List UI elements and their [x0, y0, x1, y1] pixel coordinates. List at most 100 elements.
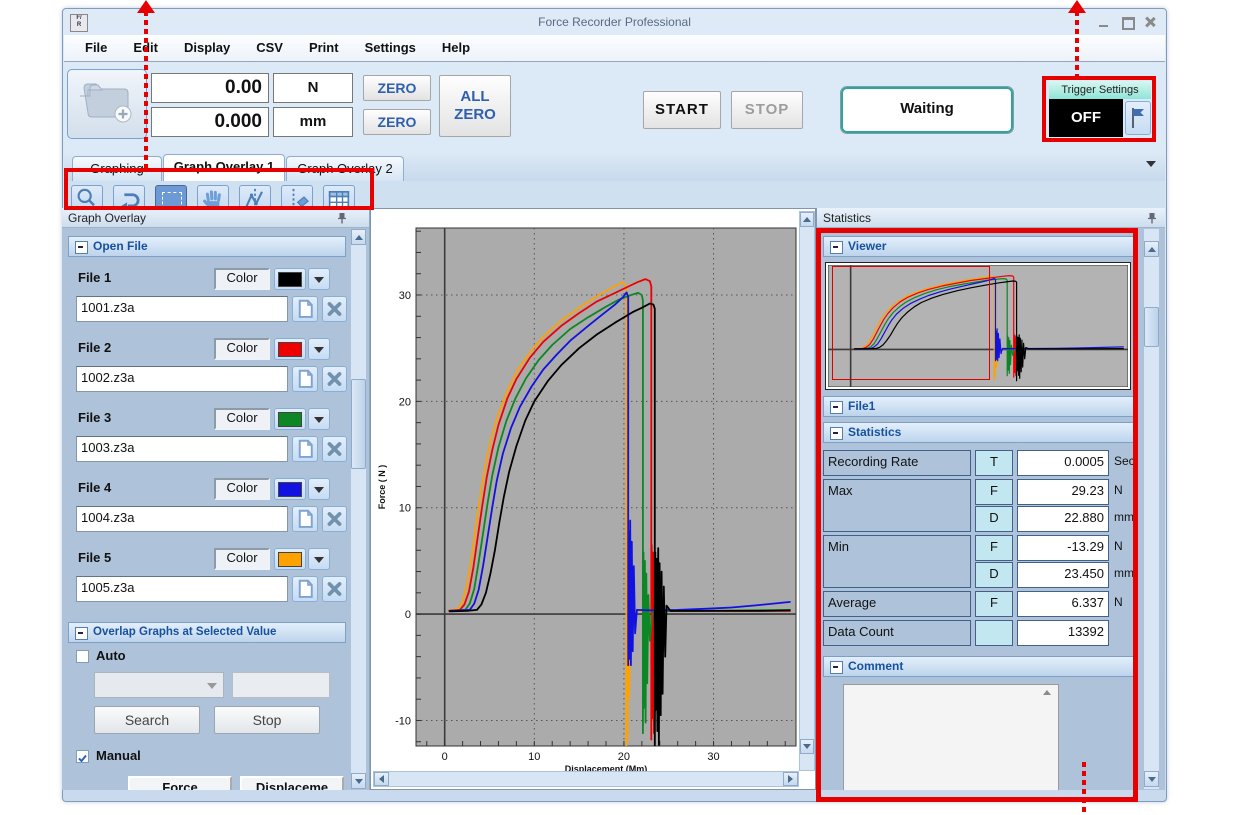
file-name-input[interactable]: 1004.z3a — [76, 506, 288, 532]
overlap-section-header[interactable]: Overlap Graphs at Selected Value — [68, 622, 346, 643]
displacement-axis-button[interactable]: Displaceme — [240, 776, 344, 790]
svg-text:Force ( N ): Force ( N ) — [377, 465, 387, 510]
color-dropdown-button[interactable] — [308, 268, 330, 290]
minimize-icon[interactable] — [1098, 17, 1110, 27]
maximize-icon[interactable] — [1121, 17, 1133, 27]
color-swatch[interactable] — [274, 478, 306, 500]
graph-vscrollbar[interactable] — [799, 211, 815, 771]
search-stop-button[interactable]: Stop — [214, 706, 320, 734]
tab-list-dropdown[interactable] — [1146, 161, 1156, 167]
scroll-left-button[interactable] — [374, 772, 389, 786]
scrollbar-thumb[interactable] — [351, 379, 366, 469]
collapse-icon[interactable] — [830, 427, 843, 440]
new-file-button[interactable] — [67, 69, 147, 139]
scrollbar-thumb[interactable] — [1144, 307, 1159, 347]
file-name-input[interactable]: 1005.z3a — [76, 576, 288, 602]
remove-file-button[interactable] — [322, 506, 347, 532]
stat-label: Max — [823, 479, 971, 532]
color-swatch[interactable] — [274, 548, 306, 570]
comment-section-header[interactable]: Comment — [823, 656, 1135, 677]
pin-icon[interactable] — [336, 212, 348, 225]
viewer-section-header[interactable]: Viewer — [823, 236, 1135, 257]
color-dropdown-button[interactable] — [308, 338, 330, 360]
color-swatch[interactable] — [274, 408, 306, 430]
graph-hscrollbar[interactable] — [373, 771, 799, 787]
color-dropdown-button[interactable] — [308, 478, 330, 500]
menu-display[interactable]: Display — [171, 35, 243, 61]
collapse-icon[interactable] — [830, 401, 843, 414]
all-zero-button[interactable]: ALL ZERO — [439, 75, 511, 137]
auto-threshold-input[interactable] — [232, 672, 330, 698]
remove-file-button[interactable] — [322, 366, 347, 392]
zero-displacement-button[interactable]: ZERO — [363, 109, 431, 135]
manual-checkbox[interactable] — [76, 750, 89, 763]
stop-button[interactable]: STOP — [731, 91, 803, 129]
scroll-down-button[interactable] — [1144, 771, 1159, 787]
viewer-view-rect[interactable] — [832, 266, 990, 380]
open-file-button[interactable] — [292, 366, 318, 392]
tab-graph-overlay-1[interactable]: Graph Overlay 1 — [163, 154, 285, 181]
close-icon[interactable] — [1144, 17, 1156, 27]
force-displacement-chart[interactable]: 0102030-100102030Displacement (Mm)Force … — [373, 211, 799, 771]
title-bar[interactable]: Force Recorder Professional F/R — [63, 9, 1166, 35]
auto-checkbox[interactable] — [76, 650, 89, 663]
statistics-section-header[interactable]: Statistics — [823, 422, 1135, 443]
tab-graph-overlay-2[interactable]: Graph Overlay 2 — [286, 156, 404, 181]
graph-overlay-panel-header: Graph Overlay — [62, 208, 370, 228]
statistics-scrollbar[interactable] — [1143, 228, 1160, 790]
auto-value-select[interactable] — [94, 672, 224, 698]
collapse-icon[interactable] — [830, 661, 843, 674]
pin-icon[interactable] — [1146, 212, 1158, 225]
file-name-input[interactable]: 1001.z3a — [76, 296, 288, 322]
tab-graphing[interactable]: Graphing — [72, 156, 162, 181]
svg-text:-10: -10 — [395, 715, 411, 727]
window-title: Force Recorder Professional — [63, 9, 1166, 35]
color-label: Color — [214, 478, 270, 500]
stat-unit: N — [1114, 479, 1123, 497]
menu-help[interactable]: Help — [429, 35, 483, 61]
scroll-down-button[interactable] — [800, 739, 814, 754]
file1-section-header[interactable]: File1 — [823, 396, 1135, 417]
scroll-up-button[interactable] — [1144, 241, 1159, 257]
viewer-thumbnail[interactable] — [825, 262, 1131, 390]
collapse-icon[interactable] — [75, 241, 88, 254]
color-dropdown-button[interactable] — [308, 408, 330, 430]
file-name-input[interactable]: 1003.z3a — [76, 436, 288, 462]
scroll-up-button[interactable] — [800, 212, 814, 227]
comment-textarea[interactable] — [843, 684, 1059, 790]
remove-file-button[interactable] — [322, 296, 347, 322]
color-swatch[interactable] — [274, 338, 306, 360]
menu-file[interactable]: File — [72, 35, 120, 61]
force-axis-button[interactable]: Force — [128, 776, 232, 790]
collapse-icon[interactable] — [830, 241, 843, 254]
color-dropdown-button[interactable] — [308, 548, 330, 570]
search-button[interactable]: Search — [94, 706, 200, 734]
document-icon — [293, 507, 317, 531]
scroll-up-button[interactable] — [351, 229, 366, 245]
start-button[interactable]: START — [643, 91, 721, 129]
trigger-flag-button[interactable] — [1125, 101, 1151, 135]
menu-csv[interactable]: CSV — [243, 35, 296, 61]
left-panel-scrollbar[interactable] — [350, 228, 367, 790]
open-file-button[interactable] — [292, 436, 318, 462]
color-swatch[interactable] — [274, 268, 306, 290]
comment-scroll-up-icon[interactable] — [1043, 690, 1051, 695]
collapse-icon[interactable] — [75, 627, 88, 640]
remove-file-button[interactable] — [322, 576, 347, 602]
open-file-button[interactable] — [292, 576, 318, 602]
scroll-right-button[interactable] — [783, 772, 798, 786]
file-row: File 4 Color 1004.z3a — [68, 478, 356, 538]
file-name-input[interactable]: 1002.z3a — [76, 366, 288, 392]
menu-print[interactable]: Print — [296, 35, 352, 61]
menu-settings[interactable]: Settings — [352, 35, 429, 61]
document-icon — [293, 437, 317, 461]
remove-file-button[interactable] — [322, 436, 347, 462]
open-file-button[interactable] — [292, 296, 318, 322]
stat-key: F — [975, 479, 1013, 505]
open-file-section-header[interactable]: Open File — [68, 236, 346, 257]
open-file-button[interactable] — [292, 506, 318, 532]
stat-unit: N — [1114, 591, 1123, 609]
scroll-down-button[interactable] — [351, 773, 366, 789]
menu-edit[interactable]: Edit — [120, 35, 171, 61]
zero-force-button[interactable]: ZERO — [363, 75, 431, 101]
